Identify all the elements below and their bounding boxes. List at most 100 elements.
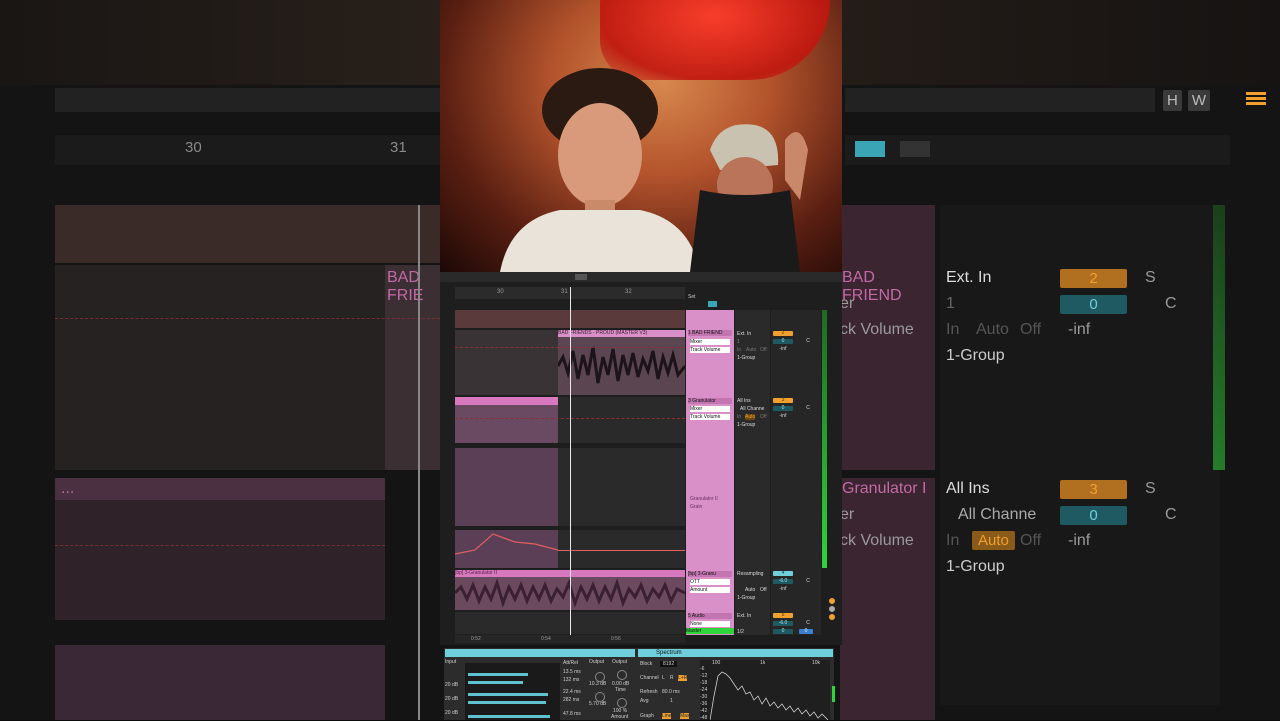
monitor-auto-3[interactable]: Auto bbox=[745, 587, 755, 593]
track-name-3[interactable]: [bp] 3-Granu bbox=[688, 571, 732, 577]
volume-2[interactable]: 0 bbox=[773, 406, 793, 411]
block-select[interactable]: 8192 bbox=[660, 661, 678, 667]
track-number-3[interactable]: 4 bbox=[773, 571, 793, 576]
master-pan[interactable]: 0 bbox=[799, 629, 813, 634]
input-type-4[interactable]: Ext. In bbox=[737, 613, 751, 619]
monitor-in-1[interactable]: In bbox=[737, 347, 741, 353]
device-chooser-4[interactable]: None bbox=[690, 621, 730, 627]
param-chooser-1[interactable]: Track Volume bbox=[690, 347, 730, 353]
track-name-1[interactable]: 1 BAD FRIEND bbox=[688, 330, 732, 336]
attack-1[interactable]: 13.5 ms bbox=[563, 669, 581, 675]
master-output[interactable]: 1/2 bbox=[737, 629, 744, 635]
automation-lane[interactable] bbox=[454, 530, 559, 568]
volume-3[interactable]: -6.0 bbox=[773, 579, 793, 584]
bg-track2-db: -inf bbox=[1068, 532, 1091, 549]
monitor-auto-2[interactable]: Auto bbox=[745, 414, 756, 420]
input-type-3[interactable]: Resampling bbox=[737, 571, 763, 577]
bg-track1-pan: C bbox=[1165, 295, 1177, 312]
output2-knob-icon[interactable] bbox=[617, 670, 627, 680]
bg-track-2 bbox=[55, 265, 440, 470]
time-label: Time bbox=[615, 687, 626, 693]
person-right bbox=[690, 124, 808, 272]
release-1[interactable]: 132 ms bbox=[563, 677, 579, 683]
device-chooser-3[interactable]: OTT bbox=[690, 579, 730, 585]
input-type-1[interactable]: Ext. In bbox=[737, 331, 751, 337]
avg-value[interactable]: 1 bbox=[670, 698, 673, 704]
volume-4[interactable]: -6.0 bbox=[773, 621, 793, 626]
track-lane-3-empty[interactable] bbox=[558, 397, 685, 443]
bg-track1-num: 2 bbox=[1060, 269, 1127, 288]
pan-4[interactable]: C bbox=[803, 621, 813, 626]
track-lane-2-empty[interactable] bbox=[455, 330, 558, 395]
release-2[interactable]: 282 ms bbox=[563, 697, 579, 703]
automation-lane-empty[interactable] bbox=[558, 530, 685, 568]
time-mark: 0:52 bbox=[471, 636, 481, 642]
input-db-1: 20 dB bbox=[445, 682, 459, 688]
master-track-name[interactable]: Master bbox=[686, 628, 734, 634]
track-lane-4-empty[interactable] bbox=[558, 448, 685, 526]
monitor-in-2[interactable]: In bbox=[737, 414, 741, 420]
io-section: Ext. In 1 In Auto Off 1-Group All Ins Al… bbox=[735, 310, 770, 635]
param-chooser-2[interactable]: Track Volume bbox=[690, 414, 730, 420]
track-number-4[interactable]: 5 bbox=[773, 613, 793, 618]
attack-3[interactable]: 47.8 ms bbox=[563, 711, 581, 717]
bg-track1-db: -inf bbox=[1068, 321, 1091, 338]
clip-title-bar: BAD FRIENDS - PROUD (MASTER V3) bbox=[558, 330, 685, 337]
output-1[interactable]: 1-Group bbox=[737, 355, 755, 361]
attack-2[interactable]: 22.4 ms bbox=[563, 689, 581, 695]
db-scale: -6 -12 -18 -24 -30 -36 -42 -48 bbox=[700, 666, 708, 721]
channel-r[interactable]: R bbox=[670, 675, 674, 681]
device-chooser-1[interactable]: Mixer bbox=[690, 339, 730, 345]
pan-1[interactable]: C bbox=[803, 339, 813, 344]
db-tick: -18 bbox=[700, 680, 708, 686]
track-name-4[interactable]: 5 Audio bbox=[688, 613, 732, 619]
master-volume[interactable]: 0 bbox=[773, 629, 793, 634]
ruler-tick: 32 bbox=[625, 289, 632, 295]
refresh-value[interactable]: 80.0 ms bbox=[662, 689, 680, 695]
input-channel-2[interactable]: All Channe bbox=[740, 406, 764, 412]
output-knob-icon-2[interactable] bbox=[595, 692, 605, 702]
output-db[interactable]: 10.3 dB bbox=[589, 681, 606, 687]
device-chooser-2[interactable]: Mixer bbox=[690, 406, 730, 412]
input-type-2[interactable]: All Ins bbox=[737, 398, 751, 404]
bg-playhead bbox=[418, 205, 420, 720]
monitor-off-1[interactable]: Off bbox=[760, 347, 767, 353]
bg-track1-input: Ext. In bbox=[946, 269, 992, 286]
audio-clip-master[interactable] bbox=[558, 330, 685, 395]
compressor-titlebar[interactable] bbox=[445, 649, 635, 657]
db-tick: -24 bbox=[700, 687, 708, 693]
output-knob-icon[interactable] bbox=[595, 672, 605, 682]
volume-1[interactable]: 0 bbox=[773, 339, 793, 344]
input-channel-1[interactable]: 1 bbox=[737, 339, 740, 345]
background-toolbar-right bbox=[845, 88, 1155, 112]
bg-clip-label: BAD FRIE bbox=[387, 269, 424, 304]
spectrum-titlebar[interactable]: Spectrum bbox=[638, 649, 833, 657]
playhead[interactable] bbox=[570, 287, 571, 635]
track-number-2[interactable]: 3 bbox=[773, 398, 793, 403]
w-button: W bbox=[1187, 90, 1211, 111]
time-knob-icon[interactable] bbox=[617, 698, 627, 708]
bg-track1-in-ch: 1 bbox=[946, 295, 955, 312]
scroll-handle[interactable] bbox=[575, 274, 587, 280]
draw-mode-button[interactable] bbox=[708, 301, 717, 307]
monitor-auto-1[interactable]: Auto bbox=[746, 347, 756, 353]
monitor-off-2[interactable]: Off bbox=[760, 414, 767, 420]
db-tick: -12 bbox=[700, 673, 708, 679]
bg-track-header-1: BAD FRIEND er ck Volume bbox=[840, 205, 935, 470]
output-2[interactable]: 1-Group bbox=[737, 422, 755, 428]
pan-2[interactable]: C bbox=[803, 406, 813, 411]
pan-3[interactable]: C bbox=[803, 579, 813, 584]
track-number-1[interactable]: 2 bbox=[773, 331, 793, 336]
level-db-3: -inf bbox=[779, 586, 787, 592]
track-lane-4[interactable] bbox=[455, 448, 558, 526]
param-chooser-3[interactable]: Amount bbox=[690, 587, 730, 593]
channel-l[interactable]: L bbox=[662, 675, 665, 681]
channel-lr[interactable]: L+R bbox=[678, 675, 688, 681]
track-name-2[interactable]: 3 Granulator bbox=[688, 398, 732, 404]
graph-line[interactable]: Line bbox=[662, 713, 672, 719]
monitor-off-3[interactable]: Off bbox=[760, 587, 767, 593]
output-3[interactable]: 1-Group bbox=[737, 595, 755, 601]
draw-mode-icon bbox=[855, 141, 885, 157]
output-db-2[interactable]: 5.70 dB bbox=[589, 701, 606, 707]
graph-max[interactable]: Max bbox=[680, 713, 690, 719]
